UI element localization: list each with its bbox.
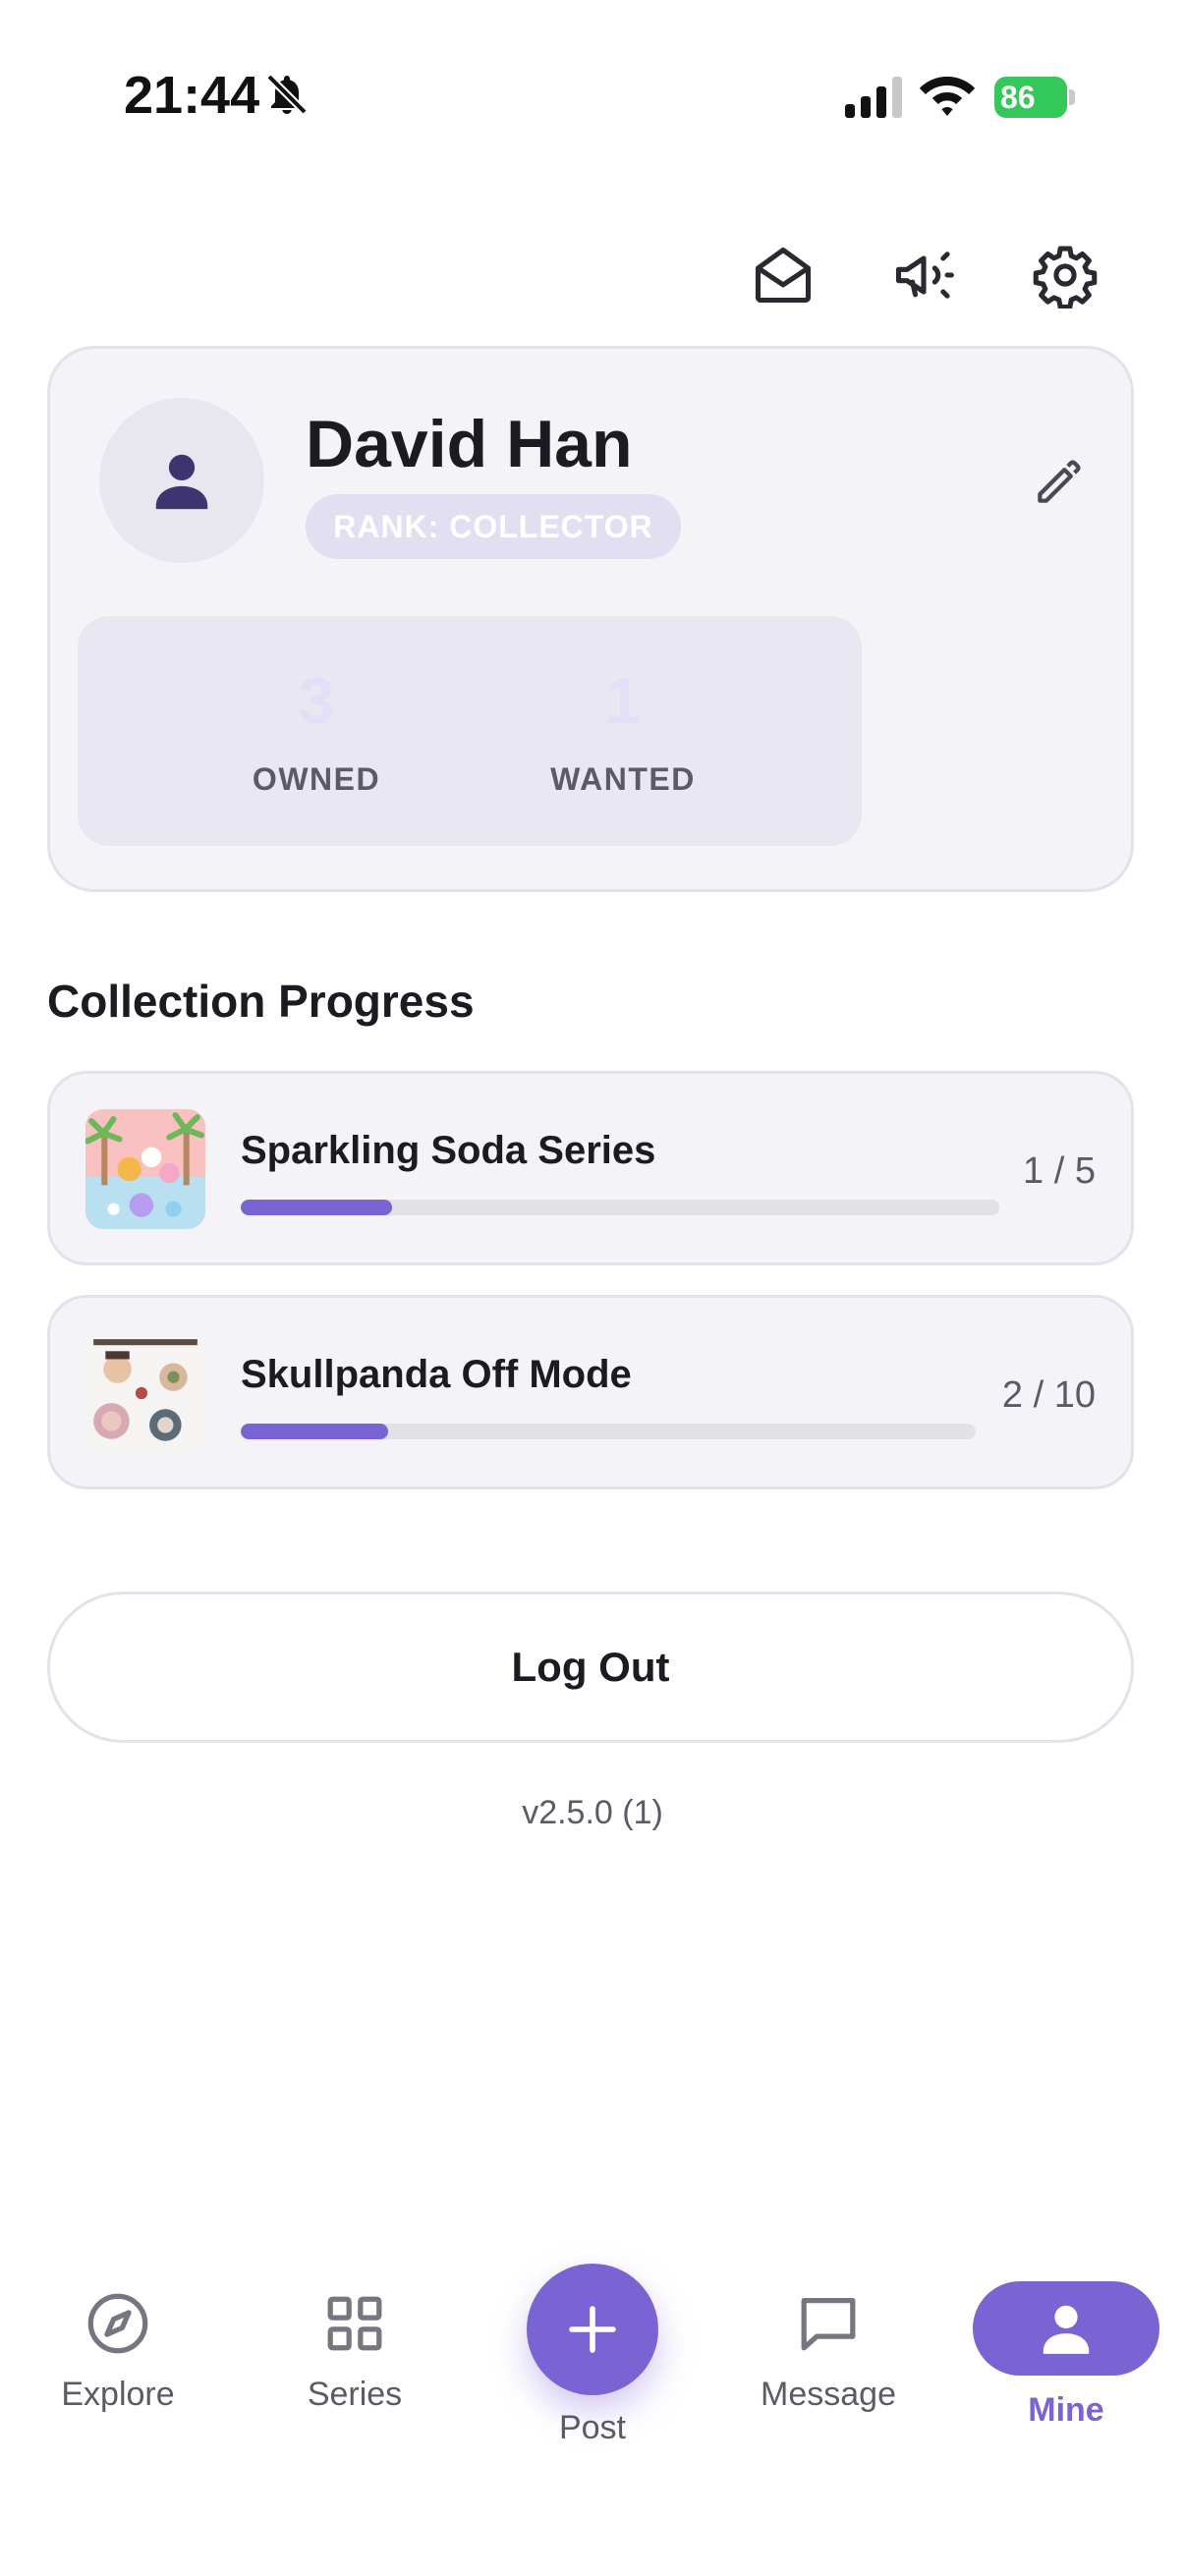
megaphone-icon[interactable] <box>890 242 957 308</box>
tab-post-label: Post <box>558 2409 627 2446</box>
tab-mine-label: Mine <box>1028 2391 1104 2429</box>
person-icon <box>155 454 208 510</box>
status-time: 21:44 <box>124 66 260 125</box>
plus-icon <box>569 2306 616 2353</box>
pencil-icon[interactable] <box>1031 455 1086 510</box>
wanted-count: 1 <box>604 664 642 737</box>
gear-icon-glyph <box>1033 246 1098 310</box>
battery-icon: 86 <box>994 77 1075 118</box>
collection-progress-title: Collection Progress <box>47 976 475 1027</box>
series-card-sparkling-soda[interactable]: Sparkling Soda Series 1 / 5 <box>47 1071 1134 1265</box>
sparkling-soda-thumbnail-image <box>85 1109 205 1229</box>
battery-cap <box>1069 89 1075 105</box>
series-name: Skullpanda Off Mode <box>241 1353 632 1396</box>
series-name: Sparkling Soda Series <box>241 1129 656 1172</box>
series-progress-fill <box>241 1424 388 1439</box>
gear-icon[interactable] <box>1032 242 1099 310</box>
tab-message-label: Message <box>761 2376 896 2413</box>
series-thumbnail <box>85 1333 205 1453</box>
profile-card: David Han RANK: COLLECTOR 3 OWNED 1 WANT… <box>47 346 1134 892</box>
rank-badge: RANK: COLLECTOR <box>306 494 681 559</box>
signal-icon <box>845 77 902 118</box>
person-icon <box>1043 2305 1090 2354</box>
skullpanda-thumbnail-image <box>85 1333 205 1453</box>
series-progress-bar <box>241 1424 976 1439</box>
tab-mine[interactable] <box>973 2281 1159 2376</box>
tab-explore[interactable]: Explore <box>20 2289 216 2414</box>
grid-icon <box>327 2296 382 2351</box>
avatar[interactable] <box>99 398 264 563</box>
tab-message[interactable]: Message <box>730 2289 927 2414</box>
tab-series-label: Series <box>307 2376 403 2413</box>
chat-bubble-icon <box>801 2298 856 2351</box>
bell-off-icon <box>266 74 308 115</box>
series-count: 2 / 10 <box>1001 1374 1096 1416</box>
wanted-stat[interactable]: 1 WANTED <box>384 616 862 846</box>
megaphone-icon-glyph <box>895 252 954 299</box>
tab-explore-label: Explore <box>61 2376 175 2413</box>
status-bar: 21:44 86 <box>0 0 1185 196</box>
series-progress-fill <box>241 1200 393 1215</box>
tab-series[interactable]: Series <box>256 2289 453 2414</box>
series-count: 1 / 5 <box>1023 1150 1096 1192</box>
app-version: v2.5.0 (1) <box>522 1794 663 1831</box>
series-card-skullpanda[interactable]: Skullpanda Off Mode 2 / 10 <box>47 1295 1134 1489</box>
post-button[interactable] <box>527 2264 658 2395</box>
series-thumbnail <box>85 1109 205 1229</box>
mail-open-icon-glyph <box>755 247 812 304</box>
series-progress-bar <box>241 1200 999 1215</box>
wifi-icon <box>920 77 975 116</box>
mail-open-icon[interactable] <box>750 242 817 308</box>
battery-level: 86 <box>994 77 1067 118</box>
wanted-label: WANTED <box>550 761 696 797</box>
log-out-button[interactable]: Log Out <box>47 1592 1134 1743</box>
compass-icon <box>87 2293 148 2354</box>
profile-name: David Han <box>306 407 633 481</box>
